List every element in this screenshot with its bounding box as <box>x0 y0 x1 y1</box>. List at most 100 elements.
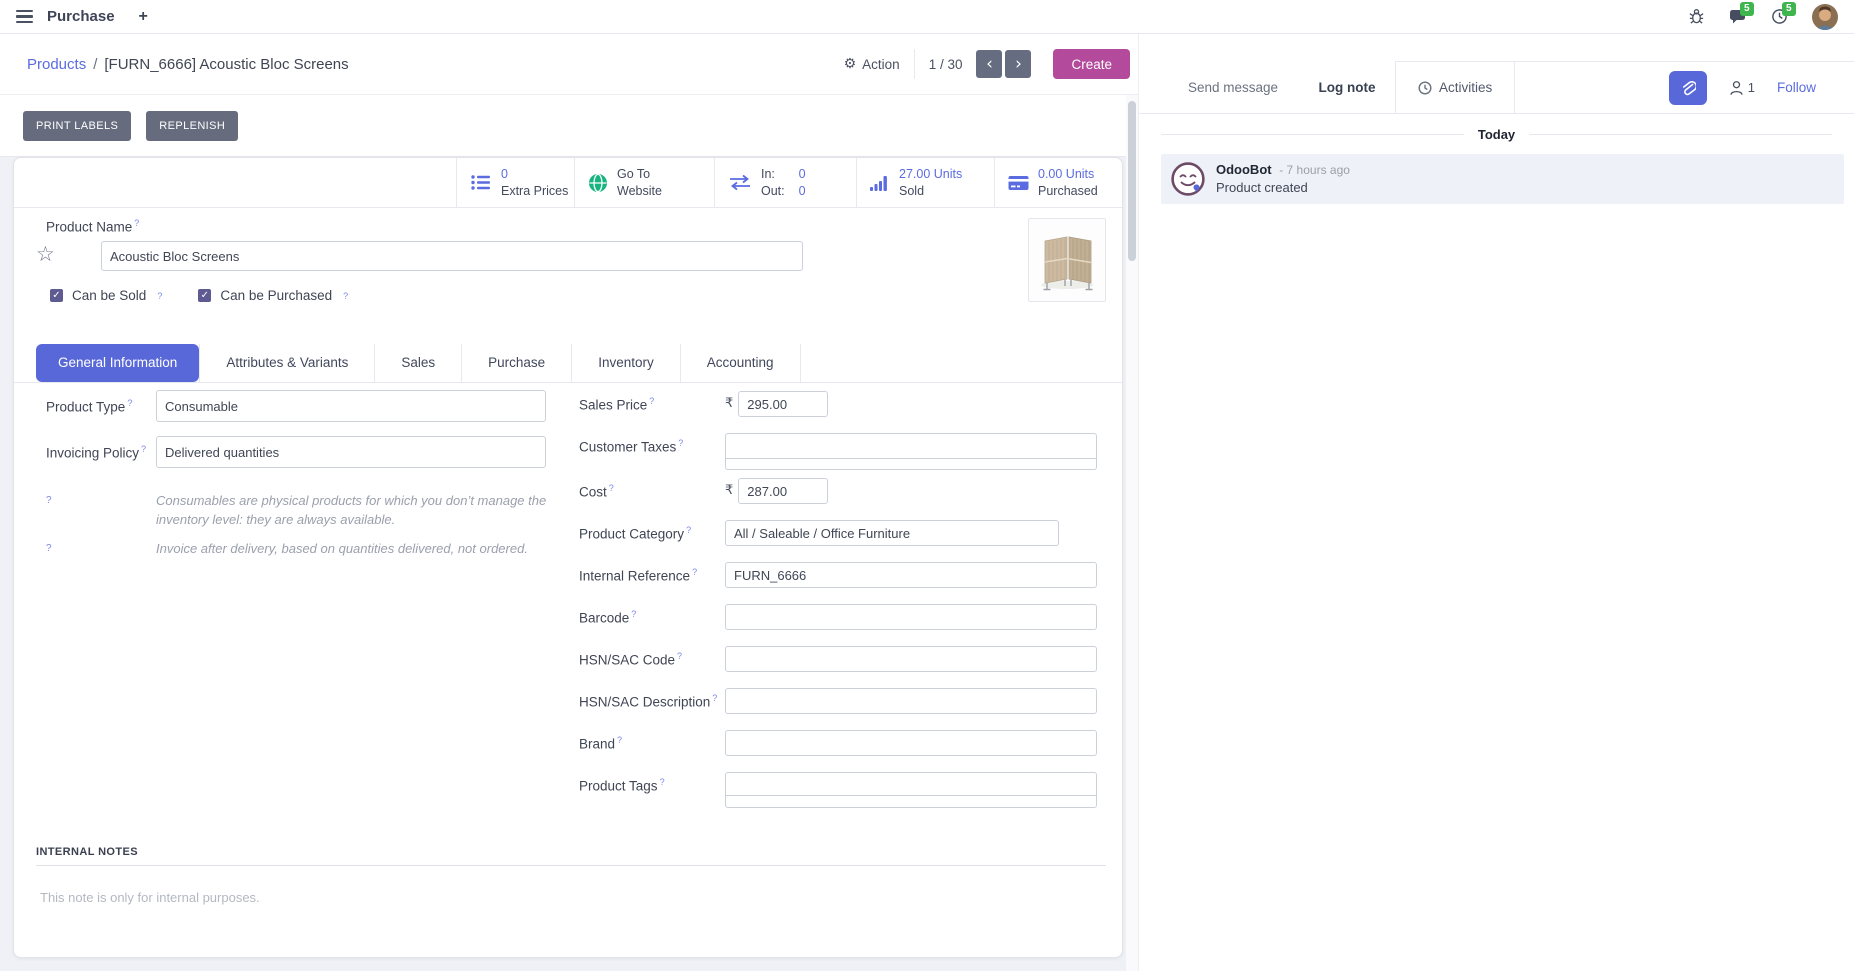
product-form-sheet: 0Extra Prices Go ToWebsite In:0 Out:0 <box>13 157 1123 958</box>
paperclip-icon <box>1680 79 1696 97</box>
product-type-input[interactable] <box>156 390 546 422</box>
top-navbar: Purchase + 5 5 <box>0 0 1854 34</box>
bar-chart-icon <box>870 175 890 191</box>
activities-count-badge: 5 <box>1782 2 1796 16</box>
currency-symbol: ₹ <box>725 391 738 411</box>
scrollbar-thumb[interactable] <box>1128 101 1136 261</box>
activities-clock-icon[interactable]: 5 <box>1771 8 1788 25</box>
product-category-label: Product Category? <box>579 520 725 542</box>
product-tags-input[interactable] <box>725 772 1097 808</box>
cost-input[interactable] <box>738 478 828 504</box>
internal-notes-placeholder[interactable]: This note is only for internal purposes. <box>40 890 260 905</box>
sales-price-input[interactable] <box>738 391 828 417</box>
product-type-label: Product Type? <box>46 390 156 415</box>
app-title: Purchase <box>47 8 115 25</box>
credit-card-icon <box>1008 175 1029 191</box>
odoobot-avatar <box>1171 162 1205 196</box>
sales-price-label: Sales Price? <box>579 391 725 413</box>
internal-notes-header: INTERNAL NOTES <box>36 846 1106 866</box>
pricelist-icon <box>470 174 492 191</box>
messages-count-badge: 5 <box>1740 2 1754 16</box>
chatter-panel: Send message Log note Activities 1 <box>1138 34 1854 971</box>
message-body: Product created <box>1216 180 1350 195</box>
favorite-star-icon[interactable]: ☆ <box>36 242 55 266</box>
pager-previous-button[interactable]: ‹ <box>976 50 1002 78</box>
print-labels-button[interactable]: PRINT LABELS <box>23 111 131 141</box>
notebook-tabs: General Information Attributes & Variant… <box>36 344 801 382</box>
stat-go-to-website-button[interactable]: Go ToWebsite <box>574 158 714 207</box>
globe-icon <box>588 173 608 193</box>
action-menu-button[interactable]: ⚙ Action <box>844 56 900 72</box>
brand-input[interactable] <box>725 730 1097 756</box>
consumable-help-text: Consumables are physical products for wh… <box>156 492 551 530</box>
customer-taxes-label: Customer Taxes? <box>579 433 725 455</box>
apps-menu-icon[interactable] <box>16 10 33 24</box>
chatter-message: OdooBot - 7 hours ago Product created <box>1161 154 1844 204</box>
tab-sales[interactable]: Sales <box>375 344 462 382</box>
record-pager: 1 / 30 <box>929 57 963 72</box>
barcode-input[interactable] <box>725 604 1097 630</box>
help-question-mark: ? <box>46 540 156 554</box>
checkbox-checked-icon: ✓ <box>198 289 211 302</box>
tab-inventory[interactable]: Inventory <box>572 344 681 382</box>
message-author[interactable]: OdooBot <box>1216 162 1272 177</box>
log-note-button[interactable]: Log note <box>1299 61 1395 114</box>
internal-reference-label: Internal Reference? <box>579 562 725 584</box>
product-category-input[interactable] <box>725 520 1059 546</box>
followers-button[interactable]: 1 <box>1729 80 1755 96</box>
invoicing-policy-input[interactable] <box>156 436 546 468</box>
hsn-sac-description-label: HSN/SAC Description? <box>579 688 725 710</box>
hsn-sac-description-input[interactable] <box>725 688 1097 714</box>
pager-next-button[interactable]: › <box>1005 50 1031 78</box>
product-name-input[interactable] <box>101 241 803 271</box>
breadcrumb-current: [FURN_6666] Acoustic Bloc Screens <box>104 56 348 73</box>
stat-units-purchased-button[interactable]: 0.00 UnitsPurchased <box>994 158 1122 207</box>
internal-reference-input[interactable] <box>725 562 1097 588</box>
control-panel: Products / [FURN_6666] Acoustic Bloc Scr… <box>0 34 1138 95</box>
form-background: 0Extra Prices Go ToWebsite In:0 Out:0 <box>0 157 1138 971</box>
tab-attributes-variants[interactable]: Attributes & Variants <box>199 344 375 382</box>
attach-files-button[interactable] <box>1669 71 1707 105</box>
new-tab-plus-icon[interactable]: + <box>139 8 148 26</box>
follower-person-icon <box>1729 80 1744 96</box>
tabs-underline <box>14 382 1122 383</box>
checkbox-checked-icon: ✓ <box>50 289 63 302</box>
tab-accounting[interactable]: Accounting <box>681 344 801 382</box>
can-be-purchased-checkbox[interactable]: ✓ Can be Purchased? <box>198 288 348 303</box>
brand-label: Brand? <box>579 730 725 752</box>
invoicing-help-text: Invoice after delivery, based on quantit… <box>156 540 551 559</box>
product-image-thumbnail[interactable] <box>1028 218 1106 302</box>
barcode-label: Barcode? <box>579 604 725 626</box>
currency-symbol: ₹ <box>725 478 738 498</box>
gear-icon: ⚙ <box>844 56 857 72</box>
hsn-sac-code-input[interactable] <box>725 646 1097 672</box>
stat-extra-prices-button[interactable]: 0Extra Prices <box>456 158 574 207</box>
chatter-topbar: Send message Log note Activities 1 <box>1139 34 1854 114</box>
today-divider: Today <box>1139 127 1854 142</box>
tab-general-information[interactable]: General Information <box>36 344 199 382</box>
debug-bug-icon[interactable] <box>1688 8 1705 25</box>
transfer-arrows-icon <box>728 174 752 191</box>
tab-purchase[interactable]: Purchase <box>462 344 572 382</box>
customer-taxes-tags-input[interactable] <box>725 433 1097 470</box>
create-button[interactable]: Create <box>1053 49 1130 79</box>
hsn-sac-code-label: HSN/SAC Code? <box>579 646 725 668</box>
divider <box>914 49 915 79</box>
invoicing-policy-label: Invoicing Policy? <box>46 436 156 461</box>
breadcrumb-products-link[interactable]: Products <box>27 56 86 73</box>
stat-in-out-button[interactable]: In:0 Out:0 <box>714 158 856 207</box>
help-question-mark: ? <box>46 492 156 506</box>
message-timestamp: - 7 hours ago <box>1279 163 1350 177</box>
activities-button[interactable]: Activities <box>1395 61 1515 114</box>
send-message-button[interactable]: Send message <box>1167 61 1299 114</box>
cost-label: Cost? <box>579 478 725 500</box>
product-name-label: Product Name? <box>46 218 139 235</box>
replenish-button[interactable]: REPLENISH <box>146 111 238 141</box>
can-be-sold-checkbox[interactable]: ✓ Can be Sold? <box>50 288 162 303</box>
form-statusbar: PRINT LABELS REPLENISH <box>0 95 1138 157</box>
follow-link[interactable]: Follow <box>1777 80 1816 95</box>
messages-icon[interactable]: 5 <box>1729 8 1747 25</box>
user-avatar[interactable] <box>1812 4 1838 30</box>
stat-units-sold-button[interactable]: 27.00 UnitsSold <box>856 158 994 207</box>
followers-count: 1 <box>1748 80 1755 95</box>
